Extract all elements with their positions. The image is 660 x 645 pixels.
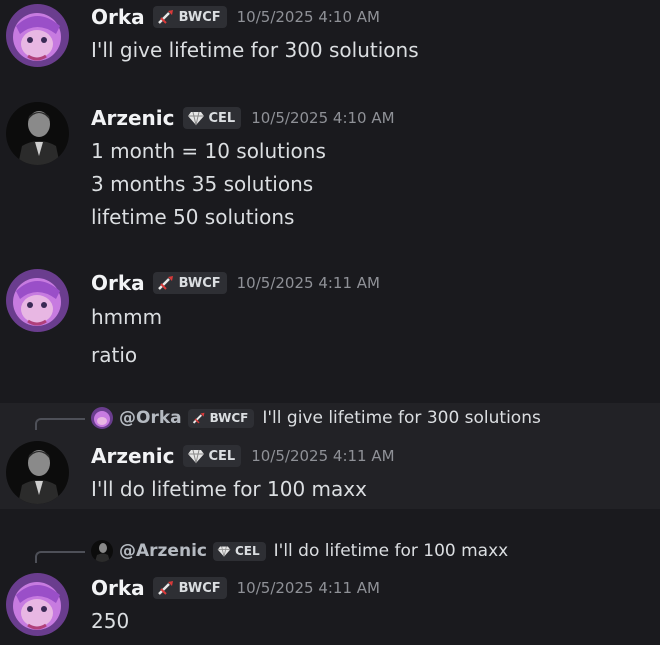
guild-tag[interactable]: BWCF <box>152 272 227 294</box>
message-text: ratio <box>91 343 138 367</box>
sword-icon <box>157 580 175 596</box>
guild-tag[interactable]: BWCF <box>152 577 227 599</box>
username[interactable]: Orka <box>91 271 145 295</box>
timestamp[interactable]: 10/5/2025 4:11 AM <box>237 579 380 597</box>
message: Arzenic CEL 10/5/2025 4:10 AM 1 month = … <box>0 97 660 237</box>
diamond-icon <box>217 545 231 557</box>
avatar-orka[interactable] <box>6 269 69 332</box>
diamond-icon <box>187 110 205 126</box>
avatar-arzenic[interactable] <box>6 102 69 165</box>
guild-tag[interactable]: CEL <box>182 445 242 467</box>
message: Orka BWCF 10/5/2025 4:10 AM I'll give li… <box>0 0 660 85</box>
message-header: Orka BWCF 10/5/2025 4:11 AM <box>91 271 380 295</box>
reply-reference[interactable]: @Arzenic CEL I'll do lifetime for 100 ma… <box>35 539 508 563</box>
guild-tag-label: CEL <box>208 110 236 126</box>
timestamp[interactable]: 10/5/2025 4:11 AM <box>251 447 394 465</box>
message-text: 3 months 35 solutions <box>91 172 314 196</box>
diamond-icon <box>187 448 205 464</box>
avatar-orka[interactable] <box>6 573 69 636</box>
timestamp[interactable]: 10/5/2025 4:10 AM <box>237 8 380 26</box>
reply-guild-tag: BWCF <box>187 408 255 428</box>
message: @Arzenic CEL I'll do lifetime for 100 ma… <box>0 536 660 645</box>
reply-text: I'll give lifetime for 300 solutions <box>262 408 541 428</box>
reply-reference[interactable]: @Orka BWCF I'll give lifetime for 300 so… <box>35 406 541 430</box>
sword-icon <box>157 275 175 291</box>
reply-mention[interactable]: @Arzenic <box>119 541 207 561</box>
message-header: Arzenic CEL 10/5/2025 4:11 AM <box>91 444 395 468</box>
timestamp[interactable]: 10/5/2025 4:10 AM <box>251 109 394 127</box>
username[interactable]: Orka <box>91 576 145 600</box>
message-header: Orka BWCF 10/5/2025 4:11 AM <box>91 576 380 600</box>
avatar-arzenic[interactable] <box>6 441 69 504</box>
username[interactable]: Orka <box>91 5 145 29</box>
message-text: 250 <box>91 609 130 633</box>
message-text: lifetime 50 solutions <box>91 205 295 229</box>
message: Orka BWCF 10/5/2025 4:11 AM hmmm ratio <box>0 262 660 382</box>
timestamp[interactable]: 10/5/2025 4:11 AM <box>237 274 380 292</box>
reply-guild-tag-label: BWCF <box>209 411 249 425</box>
reply-guild-tag-label: CEL <box>234 544 260 558</box>
message-highlighted: @Orka BWCF I'll give lifetime for 300 so… <box>0 403 660 509</box>
sword-icon <box>157 9 175 25</box>
reply-spine <box>35 551 85 563</box>
reply-avatar-arzenic <box>91 540 113 562</box>
username[interactable]: Arzenic <box>91 106 175 130</box>
reply-mention[interactable]: @Orka <box>119 408 182 428</box>
reply-text: I'll do lifetime for 100 maxx <box>273 541 509 561</box>
message-text: I'll do lifetime for 100 maxx <box>91 477 367 501</box>
sword-icon <box>192 412 206 424</box>
guild-tag-label: BWCF <box>178 580 221 596</box>
guild-tag[interactable]: CEL <box>182 107 242 129</box>
reply-spine <box>35 418 85 430</box>
message-header: Arzenic CEL 10/5/2025 4:10 AM <box>91 106 395 130</box>
message-text: 1 month = 10 solutions <box>91 139 326 163</box>
chat-log: Orka BWCF 10/5/2025 4:10 AM I'll give li… <box>0 0 660 645</box>
message-header: Orka BWCF 10/5/2025 4:10 AM <box>91 5 380 29</box>
message-text: hmmm <box>91 305 163 329</box>
reply-avatar-orka <box>91 407 113 429</box>
reply-guild-tag: CEL <box>212 541 266 561</box>
guild-tag-label: CEL <box>208 448 236 464</box>
guild-tag[interactable]: BWCF <box>152 6 227 28</box>
avatar-orka[interactable] <box>6 4 69 67</box>
guild-tag-label: BWCF <box>178 9 221 25</box>
message-text: I'll give lifetime for 300 solutions <box>91 38 419 62</box>
guild-tag-label: BWCF <box>178 275 221 291</box>
username[interactable]: Arzenic <box>91 444 175 468</box>
